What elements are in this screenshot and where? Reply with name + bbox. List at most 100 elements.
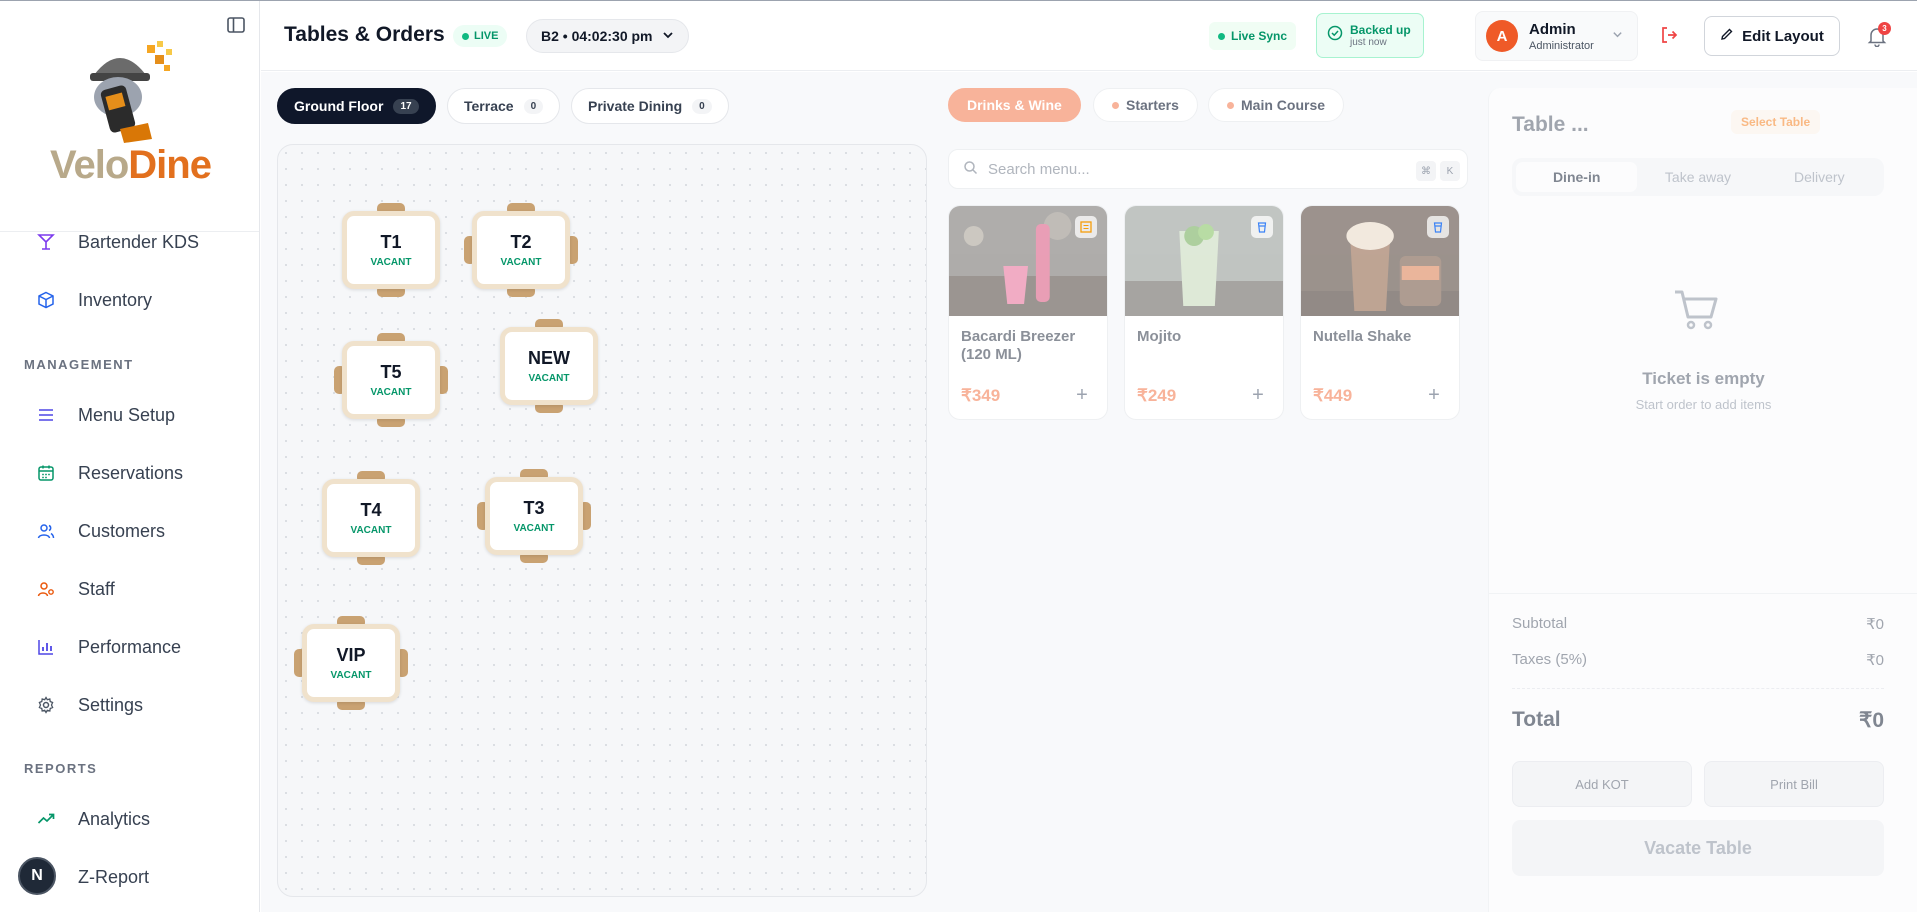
add-item-button[interactable]: + [1071,384,1093,406]
menu-item-card[interactable]: Bacardi Breezer (120 ML) ₹349 + [948,205,1108,420]
backup-status[interactable]: Backed up just now [1316,13,1424,58]
ticket-panel: Table ... Select Table Dine-in Take away… [1488,88,1917,912]
search-placeholder: Search menu... [988,160,1090,178]
ticket-footer-divider [1489,593,1917,594]
category-tab-main-course[interactable]: Main Course [1208,88,1345,122]
menu-search-input[interactable]: Search menu... ⌘ K [948,149,1468,189]
add-item-button[interactable]: + [1247,384,1269,406]
category-label: Drinks & Wine [967,97,1062,113]
sidebar-item-label: Z-Report [78,866,150,887]
table-vip[interactable]: VIP VACANT [294,616,408,710]
avatar: A [1486,20,1518,52]
table-t2[interactable]: T2 VACANT [464,203,578,297]
category-tab-starters[interactable]: Starters [1093,88,1198,122]
staff-icon [36,579,56,599]
sidebar-item-label: Staff [78,578,115,599]
floor-plan-canvas[interactable]: T1 VACANT T2 VACANT T5 VACANT NEW VACANT T4 V… [277,144,927,897]
veg-icon [1075,216,1097,238]
taxes-value: ₹0 [1866,652,1884,669]
category-label: Starters [1126,97,1179,113]
table-status: VACANT [330,670,372,681]
order-type-take-away[interactable]: Take away [1637,162,1758,192]
floor-tab-terrace[interactable]: Terrace 0 [447,88,561,124]
table-status: VACANT [513,523,555,534]
table-t4[interactable]: T4 VACANT [322,471,420,565]
floor-count: 0 [692,98,712,114]
table-top: T2 VACANT [472,211,570,289]
chef-mascot-icon [90,41,172,143]
sidebar-item-performance[interactable]: Performance [36,627,181,667]
subtotal-value: ₹0 [1866,616,1884,633]
table-top: NEW VACANT [500,327,598,405]
shortcut-key: ⌘ [1416,161,1436,181]
sidebar-item-analytics[interactable]: Analytics [36,799,150,839]
user-name: Admin [1529,20,1576,38]
floor-tab-label: Ground Floor [294,98,384,114]
brand-name: VeloDine [50,143,212,187]
print-bill-button[interactable]: Print Bill [1704,761,1884,807]
floor-count: 17 [393,98,419,114]
table-status: VACANT [370,257,412,268]
menu-item-price: ₹449 [1313,386,1353,405]
shortcut-key: K [1440,161,1460,181]
category-dot-icon [1227,101,1234,109]
gear-icon [36,695,56,715]
sidebar-toggle-icon[interactable] [226,15,246,35]
sidebar-item-customers[interactable]: Customers [36,511,165,551]
floor-tab-label: Terrace [464,98,514,114]
floor-tab-private-dining[interactable]: Private Dining 0 [571,88,729,124]
sidebar-item-settings[interactable]: Settings [36,685,143,725]
main-area: Ground Floor 17 Terrace 0 Private Dining 0 … [261,72,1917,912]
menu-item-card[interactable]: Mojito ₹249 + [1124,205,1284,420]
sidebar-item-reservations[interactable]: Reservations [36,453,183,493]
category-tab-drinks-wine[interactable]: Drinks & Wine [948,88,1081,122]
table-t5[interactable]: T5 VACANT [334,333,448,427]
ticket-title: Table ... [1512,113,1589,136]
table-top: T1 VACANT [342,211,440,289]
table-status: VACANT [350,525,392,536]
logout-icon[interactable] [1659,25,1679,45]
add-kot-button[interactable]: Add KOT [1512,761,1692,807]
drink-icon [1427,216,1449,238]
vacate-table-button[interactable]: Vacate Table [1512,820,1884,876]
category-dot-icon [1112,101,1119,109]
sidebar-item-inventory[interactable]: Inventory [36,280,152,320]
floor-tab-ground[interactable]: Ground Floor 17 [277,88,436,124]
table-name: NEW [528,348,570,368]
sidebar-item-staff[interactable]: Staff [36,569,115,609]
live-badge: LIVE [453,25,508,47]
order-type-dine-in[interactable]: Dine-in [1516,162,1638,192]
menu-item-price: ₹349 [961,386,1001,405]
floor-count: 0 [523,98,544,114]
sidebar-item-menu-setup[interactable]: Menu Setup [36,395,175,435]
sidebar-item-label: Reservations [78,462,184,483]
add-item-button[interactable]: + [1423,384,1445,406]
edit-layout-button[interactable]: Edit Layout [1704,16,1840,56]
session-selector[interactable]: B2 • 04:02:30 pm [526,19,689,53]
live-dot-icon [462,32,469,40]
sidebar-item-bartender-kds[interactable]: Bartender KDS [36,222,199,262]
menu-item-card[interactable]: Nutella Shake ₹449 + [1300,205,1460,420]
table-new[interactable]: NEW VACANT [500,319,598,413]
pencil-icon [1720,27,1734,45]
floor-tab-label: Private Dining [588,98,683,114]
table-name: T5 [380,362,402,382]
trend-icon [36,809,56,829]
session-label: B2 • 04:02:30 pm [541,28,653,44]
live-sync-label: Live Sync [1231,29,1288,43]
table-name: T3 [523,498,545,518]
table-t1[interactable]: T1 VACANT [342,203,440,297]
table-name: T2 [510,232,532,252]
order-type-delivery[interactable]: Delivery [1759,162,1880,192]
menu-item-name: Bacardi Breezer (120 ML) [961,328,1076,363]
top-header: Tables & Orders LIVE B2 • 04:02:30 pm Li… [261,1,1917,71]
calendar-icon [36,463,56,483]
total-value: ₹0 [1858,709,1884,732]
dev-tools-badge[interactable]: N [18,857,56,895]
subtotal-row: Subtotal ₹0 [1512,615,1884,633]
user-menu[interactable]: A Admin Administrator [1475,11,1638,61]
brand-logo[interactable]: VeloDine [50,39,220,189]
select-table-button[interactable]: Select Table [1731,110,1821,134]
table-t3[interactable]: T3 VACANT [477,469,591,563]
backup-label: Backed up [1350,23,1411,37]
